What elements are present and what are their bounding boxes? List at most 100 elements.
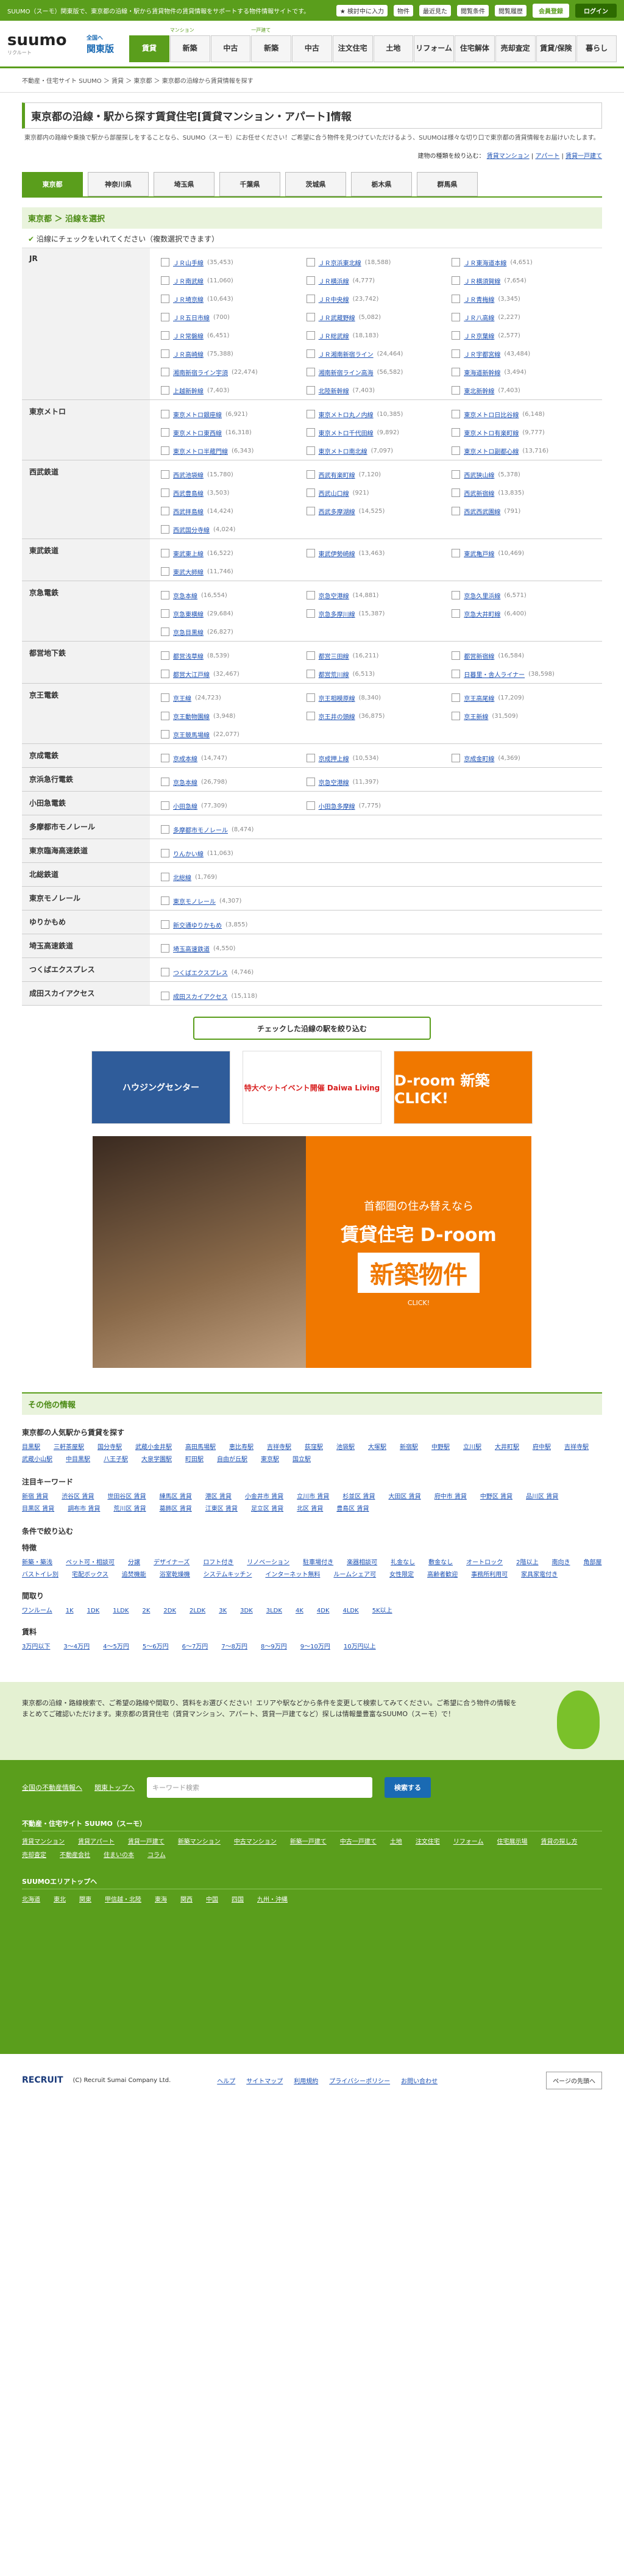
line-item[interactable]: 都営新宿線 (16,584) (452, 646, 597, 665)
line-checkbox[interactable] (452, 295, 461, 303)
line-link[interactable]: ＪＲ高崎線 (173, 349, 204, 359)
line-link[interactable]: 東京メトロ半蔵門線 (173, 446, 228, 456)
feature-link[interactable]: 2階以上 (516, 1559, 538, 1567)
feature-link[interactable]: デザイナーズ (154, 1559, 190, 1567)
line-checkbox[interactable] (452, 549, 461, 557)
line-checkbox[interactable] (452, 754, 461, 762)
line-item[interactable]: 北総線 (1,769) (161, 868, 307, 886)
station-link[interactable]: 目黒駅 (22, 1444, 40, 1452)
line-link[interactable]: 京王相模原線 (319, 693, 355, 703)
rent-link[interactable]: 8～9万円 (261, 1643, 287, 1651)
line-item[interactable]: 京王競馬場線 (22,077) (161, 725, 307, 743)
line-item[interactable]: 東武伊勢崎線 (13,463) (306, 544, 452, 562)
line-item[interactable]: 京王新線 (31,509) (452, 707, 597, 725)
rent-link[interactable]: 10万円以上 (344, 1643, 376, 1651)
feature-link[interactable]: 敷金なし (428, 1559, 453, 1567)
line-checkbox[interactable] (161, 368, 169, 376)
line-checkbox[interactable] (161, 591, 169, 599)
feature-link[interactable]: バストイレ別 (22, 1571, 58, 1580)
line-item[interactable]: 湘南新宿ライン宇須 (22,474) (161, 363, 307, 381)
tab-pref[interactable]: 神奈川県 (88, 172, 149, 196)
footer-link[interactable]: コラム (147, 1851, 166, 1861)
line-link[interactable]: 京成金町線 (464, 754, 494, 763)
line-item[interactable]: 京王線 (24,723) (161, 689, 307, 707)
tab-pref[interactable]: 東京都 (22, 172, 83, 196)
line-link[interactable]: 北総線 (173, 873, 191, 882)
keyword-link[interactable]: 大田区 賃貸 (389, 1493, 421, 1501)
line-link[interactable]: ＪＲ中央線 (319, 295, 349, 304)
nav-tab-label[interactable]: 土地 (373, 35, 414, 62)
line-item[interactable]: ＪＲ高崎線 (75,388) (161, 345, 307, 363)
nav-item[interactable]: 中古 (210, 26, 251, 62)
rent-link[interactable]: 5～6万円 (143, 1643, 169, 1651)
line-checkbox[interactable] (306, 693, 315, 702)
footer-link[interactable]: 新築マンション (178, 1837, 221, 1847)
line-checkbox[interactable] (306, 651, 315, 660)
line-link[interactable]: つくばエクスプレス (173, 968, 228, 977)
nav-item[interactable]: 中古 (292, 26, 332, 62)
line-checkbox[interactable] (306, 276, 315, 285)
nav-tab-label[interactable]: 売却査定 (495, 35, 536, 62)
line-checkbox[interactable] (161, 754, 169, 762)
line-item[interactable]: 東京メトロ有楽町線 (9,777) (452, 423, 597, 442)
line-item[interactable]: 都営大江戸線 (32,467) (161, 665, 307, 683)
line-item[interactable]: 京王相模原線 (8,340) (306, 689, 452, 707)
line-checkbox[interactable] (161, 609, 169, 618)
line-item[interactable]: 京急本線 (16,554) (161, 586, 307, 604)
line-link[interactable]: 北陸新幹線 (319, 386, 349, 395)
line-item[interactable]: 都営三田線 (16,211) (306, 646, 452, 665)
line-link[interactable]: 東京メトロ日比谷線 (464, 410, 519, 419)
layout-link[interactable]: ワンルーム (22, 1607, 52, 1615)
filter-house[interactable]: 賃貸一戸建て (566, 153, 602, 160)
feature-link[interactable]: ペット可・相談可 (66, 1559, 115, 1567)
station-link[interactable]: 町田駅 (185, 1456, 204, 1464)
line-checkbox[interactable] (161, 258, 169, 267)
line-item[interactable]: 東京メトロ日比谷線 (6,148) (452, 405, 597, 423)
line-link[interactable]: 都営新宿線 (464, 651, 494, 660)
line-checkbox[interactable] (161, 549, 169, 557)
keyword-link[interactable]: 調布市 賃貸 (68, 1505, 100, 1514)
bottom-link[interactable]: 利用規約 (294, 2076, 318, 2085)
line-checkbox[interactable] (161, 276, 169, 285)
line-link[interactable]: 西武山口線 (319, 488, 349, 498)
line-link[interactable]: ＪＲ宇都宮線 (464, 349, 500, 359)
keyword-link[interactable]: 港区 賃貸 (205, 1493, 232, 1501)
line-item[interactable]: 京王井の頭線 (36,875) (306, 707, 452, 725)
line-item[interactable]: 多摩都市モノレール (8,474) (161, 820, 307, 839)
line-checkbox[interactable] (306, 446, 315, 455)
line-item[interactable]: ＪＲ埼京線 (10,643) (161, 290, 307, 308)
tab-pref[interactable]: 千葉県 (219, 172, 280, 196)
line-link[interactable]: 多摩都市モノレール (173, 825, 228, 834)
rent-link[interactable]: 3万円以下 (22, 1643, 50, 1651)
line-item[interactable]: 西武多摩湖線 (14,525) (306, 502, 452, 520)
line-link[interactable]: ＪＲ南武線 (173, 276, 204, 285)
line-link[interactable]: 京王動物園線 (173, 712, 210, 721)
layout-link[interactable]: 3DK (240, 1607, 253, 1615)
keyword-search-input[interactable]: キーワード検索 (147, 1777, 372, 1798)
feature-link[interactable]: 宅配ボックス (72, 1571, 108, 1580)
line-item[interactable]: 京成金町線 (4,369) (452, 749, 597, 767)
line-link[interactable]: 東京メトロ銀座線 (173, 410, 222, 419)
station-link[interactable]: 池袋駅 (336, 1444, 355, 1452)
rent-link[interactable]: 9～10万円 (300, 1643, 330, 1651)
station-link[interactable]: 国分寺駅 (98, 1444, 122, 1452)
line-checkbox[interactable] (161, 507, 169, 515)
line-checkbox[interactable] (161, 896, 169, 905)
layout-link[interactable]: 1K (66, 1607, 74, 1615)
station-link[interactable]: 武蔵小山駅 (22, 1456, 52, 1464)
station-link[interactable]: 国立駅 (292, 1456, 311, 1464)
line-link[interactable]: 西武西武園線 (464, 507, 500, 516)
feature-link[interactable]: 新築・築浅 (22, 1559, 52, 1567)
line-link[interactable]: 上越新幹線 (173, 386, 204, 395)
layout-link[interactable]: 5K以上 (372, 1607, 392, 1615)
line-link[interactable]: ＪＲ横須賀線 (464, 276, 500, 285)
line-checkbox[interactable] (161, 410, 169, 418)
line-link[interactable]: 京急本線 (173, 778, 197, 787)
narrow-stations-button[interactable]: チェックした沿線の駅を絞り込む (193, 1017, 431, 1040)
layout-link[interactable]: 1DK (87, 1607, 100, 1615)
line-item[interactable]: 西武池袋線 (15,780) (161, 465, 307, 484)
station-link[interactable]: 高田馬場駅 (185, 1444, 216, 1452)
line-link[interactable]: 京成本線 (173, 754, 197, 763)
tab-pref[interactable]: 群馬県 (417, 172, 478, 196)
keyword-link[interactable]: 杉並区 賃貸 (342, 1493, 375, 1501)
